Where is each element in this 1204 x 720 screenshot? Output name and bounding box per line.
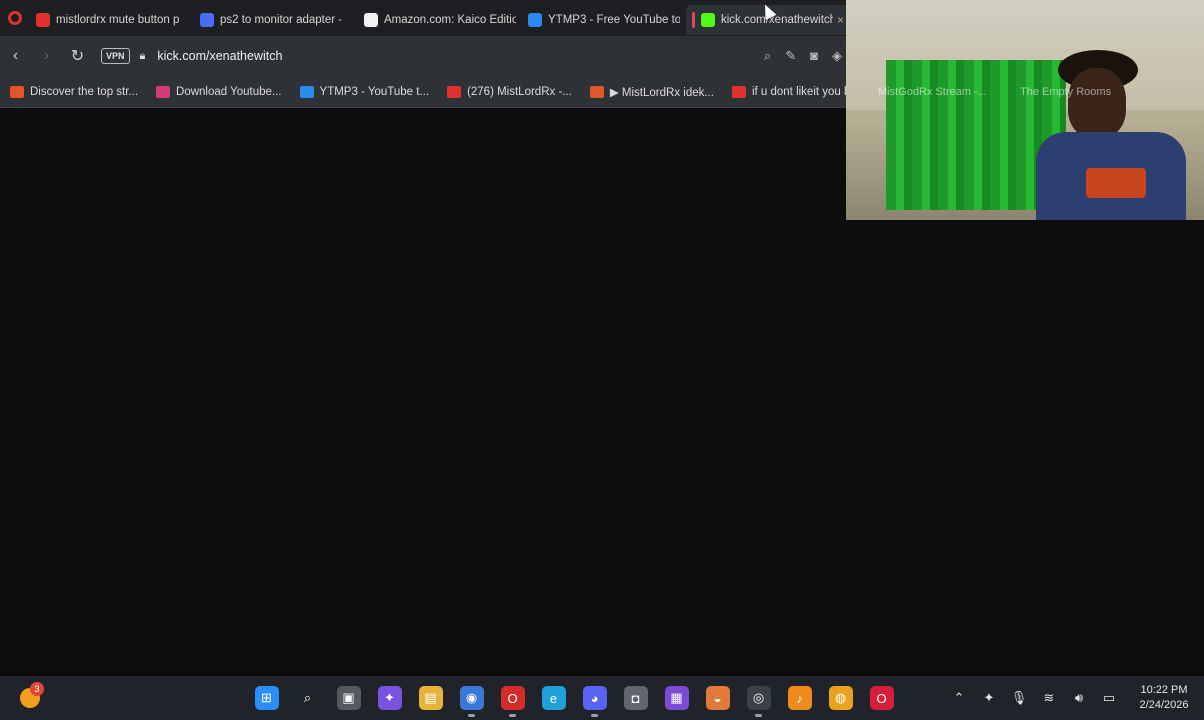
opera-icon: O: [500, 686, 525, 710]
url-field[interactable]: kick.com/xenathewitch: [157, 49, 282, 63]
bookmark-label: Download Youtube...: [176, 85, 282, 98]
opera-gx-icon: O: [869, 686, 894, 710]
tab-close-button[interactable]: ×: [837, 13, 844, 27]
taskbar-app-pet-app[interactable]: ◒: [697, 676, 738, 720]
taskbar-app-obs[interactable]: ◎: [738, 676, 779, 720]
tab-title: kick.com/xenathewitch: [721, 14, 833, 26]
fl-studio-icon: ♪: [787, 686, 812, 710]
taskbar: 3 ⊞ ⌕ ▣ ✦ ▤ ◉ Oe ◕ ◘ ▦ ◒ ◎ ♪ ◍ O ⌃ ✦ 🎙︎ ≋ 🔊︎ ▭ 10:22 P…: [0, 676, 1204, 720]
kick-bookmark-icon: [10, 85, 24, 98]
chrome-icon: ◍: [828, 686, 853, 710]
microphone-icon[interactable]: 🎙︎: [1004, 690, 1034, 706]
taskbar-app-opera-gx[interactable]: O: [861, 676, 902, 720]
tab-3[interactable]: YTMP3 - Free YouTube to: [522, 5, 686, 35]
bookmark-label: YTMP3 - YouTube t...: [319, 85, 430, 98]
bookmark-label: Discover the top str...: [30, 85, 139, 98]
task-view-icon: ▣: [336, 686, 361, 710]
dropbox-icon[interactable]: ✦: [974, 690, 1004, 706]
taskbar-app-discord[interactable]: ◕: [574, 676, 615, 720]
tab-1[interactable]: ps2 to monitor adapter -: [194, 5, 358, 35]
tab-title: ps2 to monitor adapter -: [220, 14, 343, 26]
copilot-icon: ✦: [377, 686, 402, 710]
download-icon: [156, 85, 171, 98]
notification-badge: 3: [30, 682, 44, 696]
active-tab-indicator: [692, 12, 695, 28]
weather-widget[interactable]: 3: [0, 676, 60, 720]
ytmp3-icon: [299, 85, 314, 98]
tab-title: mistlordrx mute button p: [56, 14, 180, 26]
camera-icon: ◘: [623, 686, 648, 710]
youtube-icon: [36, 13, 50, 27]
clapper-icon: ▦: [664, 686, 689, 710]
search-icon: ⌕: [295, 686, 320, 710]
discord-icon: ◕: [582, 686, 607, 710]
battery-icon[interactable]: ▭: [1094, 690, 1124, 706]
bookmark-item[interactable]: if u dont likeit you b...: [731, 85, 860, 98]
taskbar-app-fl-studio[interactable]: ♪: [779, 676, 820, 720]
back-button[interactable]: ‹: [0, 47, 31, 65]
taskbar-app-search[interactable]: ⌕: [287, 676, 328, 720]
volume-icon[interactable]: 🔊︎: [1064, 690, 1094, 706]
ghost-bookmark-2: The Empty Rooms: [1020, 86, 1112, 98]
ytmp3-icon: [528, 13, 542, 27]
tab-title: Amazon.com: Kaico Editio: [384, 14, 516, 26]
bookmark-item[interactable]: (276) MistLordRx -...: [447, 85, 572, 98]
taskbar-app-opera[interactable]: O: [492, 676, 533, 720]
pet-app-icon: ◒: [705, 686, 730, 710]
address-actions: ⌕ ✎ ◙ ◈: [764, 48, 842, 64]
kick-bookmark-icon: [589, 85, 604, 98]
windows-start-icon: ⊞: [254, 686, 279, 710]
reload-button[interactable]: ↻: [62, 46, 93, 66]
search-page-icon[interactable]: ⌕: [764, 48, 771, 64]
bookmark-item[interactable]: Discover the top str...: [10, 85, 139, 98]
bookmark-label: if u dont likeit you b...: [751, 85, 860, 98]
bookmark-label: ▶ MistLordRx idek...: [609, 86, 714, 99]
taskbar-app-camera[interactable]: ◘: [615, 676, 656, 720]
ghost-bookmark-1: MistGodRx Stream -...: [878, 86, 987, 98]
power-icon: [731, 85, 746, 98]
vpn-badge[interactable]: VPN: [101, 48, 130, 64]
virtual-camera-icon: ◉: [459, 686, 484, 710]
taskbar-app-chrome[interactable]: ◍: [820, 676, 861, 720]
tab-0[interactable]: mistlordrx mute button p: [30, 5, 194, 35]
tray-overflow-icon[interactable]: ⌃: [944, 690, 974, 706]
shirt-print: [1086, 168, 1146, 198]
google-icon: [200, 13, 214, 27]
edit-icon[interactable]: ✎: [785, 48, 796, 64]
system-tray: ⌃ ✦ 🎙︎ ≋ 🔊︎ ▭ 10:22 PM 2/24/2026: [944, 676, 1204, 720]
forward-button[interactable]: ›: [31, 47, 62, 65]
obs-icon: ◎: [746, 686, 771, 710]
webcam-overlay: MistGodRx Stream -... The Empty Rooms: [846, 0, 1204, 220]
taskbar-app-copilot[interactable]: ✦: [369, 676, 410, 720]
youtube-icon: [447, 85, 462, 98]
file-explorer-icon: ▤: [418, 686, 443, 710]
shield-icon[interactable]: ◈: [832, 48, 842, 64]
person-head: [1068, 68, 1126, 138]
edge-icon: e: [541, 686, 566, 710]
clock[interactable]: 10:22 PM 2/24/2026: [1124, 683, 1204, 713]
taskbar-app-task-view[interactable]: ▣: [328, 676, 369, 720]
tab-title: YTMP3 - Free YouTube to: [548, 14, 680, 26]
clock-time: 10:22 PM: [1140, 684, 1188, 696]
taskbar-apps: ⊞ ⌕ ▣ ✦ ▤ ◉ Oe ◕ ◘ ▦ ◒ ◎ ♪ ◍ O: [246, 676, 902, 720]
lock-icon[interactable]: 🔒︎: [140, 50, 146, 63]
amazon-icon: [364, 13, 378, 27]
snapshot-icon[interactable]: ◙: [810, 48, 818, 64]
taskbar-app-clapper[interactable]: ▦: [656, 676, 697, 720]
tab-2[interactable]: Amazon.com: Kaico Editio: [358, 5, 522, 35]
taskbar-app-file-explorer[interactable]: ▤: [410, 676, 451, 720]
kick-icon: [701, 13, 715, 27]
clock-date: 2/24/2026: [1139, 699, 1189, 711]
bookmark-label: (276) MistLordRx -...: [467, 85, 572, 98]
bookmark-item[interactable]: ▶ MistLordRx idek...: [589, 85, 714, 99]
bookmark-item[interactable]: YTMP3 - YouTube t...: [299, 85, 430, 98]
bookmark-item[interactable]: Download Youtube...: [156, 85, 282, 98]
taskbar-app-windows-start[interactable]: ⊞: [246, 676, 287, 720]
opera-menu-icon[interactable]: [0, 0, 30, 36]
wifi-icon[interactable]: ≋: [1034, 690, 1064, 706]
taskbar-app-edge[interactable]: e: [533, 676, 574, 720]
taskbar-app-virtual-camera[interactable]: ◉: [451, 676, 492, 720]
